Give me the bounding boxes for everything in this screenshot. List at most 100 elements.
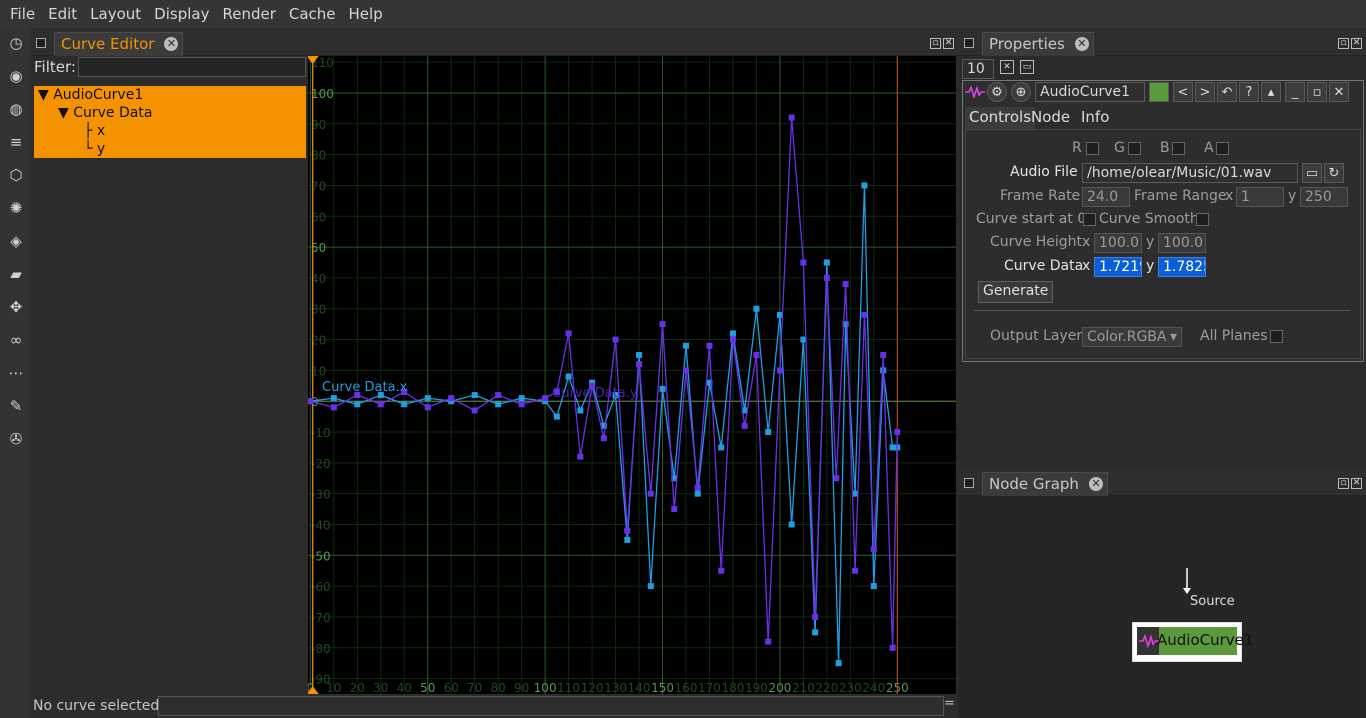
float-pane-icon[interactable]: ▫ xyxy=(1338,38,1349,49)
curve-height-y-field[interactable]: 100.0 xyxy=(1158,233,1206,253)
help-icon[interactable]: ? xyxy=(1239,82,1259,102)
channel-icon[interactable]: ≡ xyxy=(5,131,27,153)
close-icon[interactable]: ✕ xyxy=(1074,37,1089,51)
curve-keyframe xyxy=(424,395,431,402)
output-layer-dropdown[interactable]: Color.RGBA ▾ xyxy=(1082,327,1182,347)
tab-node-graph[interactable]: Node Graph ✕ xyxy=(982,472,1108,496)
curve-plot[interactable]: 100500-501109080706040302010-10-20-30-40… xyxy=(308,56,956,694)
audio-file-field[interactable]: /home/olear/Music/01.wav xyxy=(1082,163,1298,183)
menu-layout[interactable]: Layout xyxy=(84,5,147,23)
paint-icon[interactable]: ◍ xyxy=(5,98,27,120)
curve-data-y-field[interactable]: 1.7825 xyxy=(1158,257,1206,277)
expression-field[interactable] xyxy=(158,696,944,716)
hide-buttons-icon[interactable]: ▴ xyxy=(1261,82,1281,102)
filter-icon[interactable]: ✺ xyxy=(5,197,27,219)
node-name-field[interactable]: AudioCurve1 xyxy=(1035,82,1145,102)
restore-defaults-icon[interactable]: ↶ xyxy=(1217,82,1237,102)
plugin-icon[interactable]: ✇ xyxy=(5,428,27,450)
curve-data-x-field[interactable]: 1.7219 xyxy=(1094,257,1142,277)
curve-smooth-checkbox[interactable] xyxy=(1196,213,1209,226)
menu-render[interactable]: Render xyxy=(216,5,281,23)
tree-item-y[interactable]: └ y xyxy=(84,140,105,158)
settings-gear-icon[interactable]: ⚙ xyxy=(987,82,1007,102)
tab-curve-editor-label: Curve Editor xyxy=(61,35,155,53)
tree-item-param[interactable]: ▼ Curve Data xyxy=(58,104,152,122)
keyer-icon[interactable]: ◈ xyxy=(5,230,27,252)
filter-input[interactable] xyxy=(78,57,306,77)
menu-edit[interactable]: Edit xyxy=(42,5,83,23)
tree-item-node[interactable]: ▼ AudioCurve1 xyxy=(38,86,143,104)
tab-info[interactable]: Info xyxy=(1077,107,1113,129)
close-pane-icon[interactable]: ✕ xyxy=(1351,478,1362,489)
color-icon[interactable]: ⬡ xyxy=(5,164,27,186)
x-tick-label: 190 xyxy=(745,681,768,694)
redo-icon[interactable]: > xyxy=(1195,82,1215,102)
minimize-icon[interactable]: _ xyxy=(1285,82,1305,102)
node-color-swatch[interactable] xyxy=(1149,82,1169,102)
minimize-panels-icon[interactable]: ▭ xyxy=(1020,60,1034,74)
close-icon[interactable]: ✕ xyxy=(1088,477,1103,491)
open-file-icon[interactable]: ▭ xyxy=(1302,163,1322,183)
float-pane-icon[interactable]: ▫ xyxy=(930,38,941,49)
menu-file[interactable]: File xyxy=(4,5,41,23)
curve-start-checkbox[interactable] xyxy=(1083,213,1096,226)
curve-height-x-field[interactable]: 100.0 xyxy=(1094,233,1142,253)
curve-height-label: Curve Height xyxy=(990,234,1083,250)
close-pane-icon[interactable]: ✕ xyxy=(943,38,954,49)
views-icon[interactable]: ∞ xyxy=(5,329,27,351)
curve-keyframe xyxy=(636,361,643,368)
undo-icon[interactable]: < xyxy=(1173,82,1193,102)
audiocurve-node[interactable]: AudioCurve1 xyxy=(1132,622,1253,662)
curve-editor-tabbar: Curve Editor ✕ ▫ ✕ xyxy=(30,28,958,56)
frame-range-x-field[interactable]: 1 xyxy=(1236,187,1284,207)
pane-menu-icon[interactable] xyxy=(36,38,46,48)
pane-menu-icon[interactable] xyxy=(964,478,974,488)
image-icon[interactable]: ◉ xyxy=(5,65,27,87)
tab-properties[interactable]: Properties ✕ xyxy=(982,32,1094,56)
close-pane-icon[interactable]: ✕ xyxy=(1351,38,1362,49)
menu-help[interactable]: Help xyxy=(343,5,389,23)
channel-a-checkbox[interactable] xyxy=(1216,142,1229,155)
frame-range-y-field[interactable]: 250 xyxy=(1300,187,1348,207)
node-graph-tabbar: Node Graph ✕ ▫ ✕ xyxy=(958,468,1366,496)
clear-panels-icon[interactable]: ✕ xyxy=(1000,60,1014,74)
menu-display[interactable]: Display xyxy=(148,5,215,23)
float-pane-icon[interactable]: ▫ xyxy=(1338,478,1349,489)
gmic-icon[interactable]: ✎ xyxy=(5,395,27,417)
menu-cache[interactable]: Cache xyxy=(283,5,342,23)
curve-canvas[interactable]: 100 50 0 -50 110 90 80 70 60 40 30 20 10 -10 -20 -30 -40… xyxy=(308,56,956,694)
expand-arrow-icon[interactable]: ▼ xyxy=(58,105,69,121)
node-graph-canvas[interactable]: Source AudioCurve1 xyxy=(958,496,1366,718)
other-icon[interactable]: ⋯ xyxy=(5,362,27,384)
curve-keyframe xyxy=(753,305,760,312)
channel-b-checkbox[interactable] xyxy=(1172,142,1185,155)
channel-r-checkbox[interactable] xyxy=(1086,142,1099,155)
generate-button[interactable]: Generate xyxy=(978,281,1054,303)
tree-item-x[interactable]: ├ x xyxy=(84,122,105,140)
frame-rate-field[interactable]: 24.0 xyxy=(1082,187,1130,207)
all-planes-checkbox[interactable] xyxy=(1270,330,1283,343)
x-tick-label: 180 xyxy=(722,681,745,694)
merge-icon[interactable]: ▰ xyxy=(5,263,27,285)
curve-keyframe xyxy=(718,444,725,451)
x-tick-label: 210 xyxy=(792,681,815,694)
status-equals[interactable]: = xyxy=(944,696,955,711)
window-buttons: ▫ ✕ xyxy=(930,38,954,49)
curve-keyframe xyxy=(894,429,901,436)
curve-keyframe xyxy=(624,536,631,543)
expand-arrow-icon[interactable]: ▼ xyxy=(38,87,49,103)
tab-node[interactable]: Node xyxy=(1027,107,1074,129)
close-panel-icon[interactable]: ✕ xyxy=(1329,82,1349,102)
tab-curve-editor[interactable]: Curve Editor ✕ xyxy=(54,32,184,56)
max-panels-field[interactable]: 10 xyxy=(962,59,994,79)
transform-icon[interactable]: ✥ xyxy=(5,296,27,318)
close-icon[interactable]: ✕ xyxy=(164,37,179,51)
time-icon[interactable]: ◷ xyxy=(5,32,27,54)
center-node-icon[interactable]: ⊕ xyxy=(1011,82,1031,102)
float-panel-icon[interactable]: ▫ xyxy=(1307,82,1327,102)
pane-menu-icon[interactable] xyxy=(964,38,974,48)
channel-g-checkbox[interactable] xyxy=(1128,142,1141,155)
tree-y-label: y xyxy=(96,141,106,157)
tab-controls[interactable]: Controls xyxy=(965,107,1036,129)
reload-file-icon[interactable]: ↻ xyxy=(1324,163,1344,183)
